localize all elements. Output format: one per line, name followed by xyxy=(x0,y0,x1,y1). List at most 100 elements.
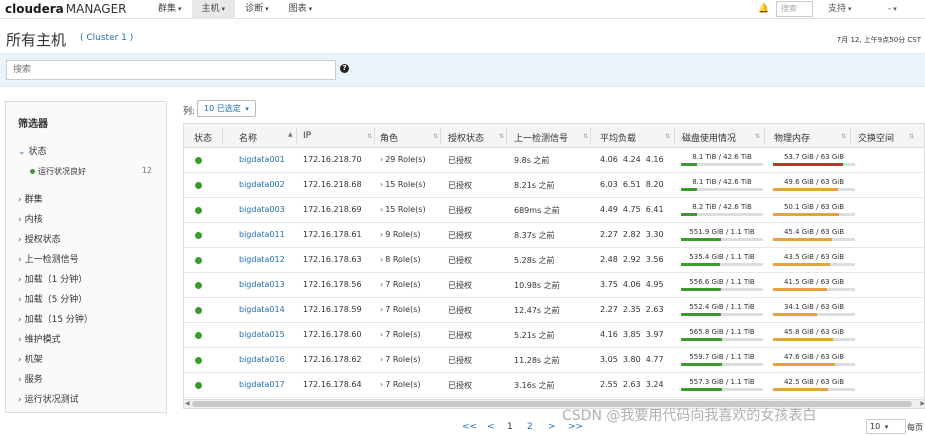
filter-group[interactable]: › 内核 xyxy=(18,212,43,225)
column-resize-handle[interactable] xyxy=(590,128,591,144)
top-search-input[interactable]: 搜索 xyxy=(776,1,813,17)
host-roles[interactable]: › 7 Role(s) xyxy=(380,280,420,289)
nav-diagnostics[interactable]: 诊断 ▾ xyxy=(235,0,279,19)
pager-page-2[interactable]: 2 xyxy=(527,422,533,432)
memory-usage-label: 45.4 GiB / 63 GiB xyxy=(783,228,845,236)
host-name-link[interactable]: bigdata002 xyxy=(239,180,285,189)
disk-usage-bar: 556.6 GiB / 1.1 TiB xyxy=(681,277,763,291)
filter-group[interactable]: › 群集 xyxy=(18,192,43,205)
column-header-name[interactable]: 名称 xyxy=(239,131,257,144)
host-name-link[interactable]: bigdata015 xyxy=(239,330,285,339)
host-name-link[interactable]: bigdata011 xyxy=(239,230,285,239)
filter-status-good[interactable]: 运行状况良好 12 xyxy=(30,166,156,177)
disk-usage-label: 551.9 GiB / 1.1 TiB xyxy=(689,228,755,236)
host-roles[interactable]: › 9 Role(s) xyxy=(380,230,420,239)
table-row[interactable]: bigdata011 172.16.178.61 › 9 Role(s) 已授权 8.37… xyxy=(184,223,924,248)
cluster-link[interactable]: ( Cluster 1 ) xyxy=(80,33,133,43)
column-resize-handle[interactable] xyxy=(850,128,851,144)
table-row[interactable]: bigdata001 172.16.218.70 › 29 Role(s) 已授权 9.8… xyxy=(184,148,924,173)
filter-group[interactable]: › 加载（5 分钟） xyxy=(18,292,87,305)
notification-bell-icon[interactable]: 🔔 xyxy=(758,0,769,19)
filter-group[interactable]: › 维护模式 xyxy=(18,332,61,345)
table-row[interactable]: bigdata014 172.16.178.59 › 7 Role(s) 已授权 12.4… xyxy=(184,298,924,323)
filter-group[interactable]: › 授权状态 xyxy=(18,232,61,245)
datetime-display[interactable]: 7月 12, 上午9点50分 CST xyxy=(837,35,921,45)
filter-group[interactable]: › 运行状况测试 xyxy=(18,392,79,405)
host-roles[interactable]: › 7 Role(s) xyxy=(380,305,420,314)
table-row[interactable]: bigdata017 172.16.178.64 › 7 Role(s) 已授权 3.16… xyxy=(184,373,924,398)
filter-status[interactable]: ⌄ 状态 xyxy=(18,144,47,157)
filter-group[interactable]: › 加载（15 分钟） xyxy=(18,312,93,325)
host-name-link[interactable]: bigdata014 xyxy=(239,305,285,314)
table-row[interactable]: bigdata015 172.16.178.60 › 7 Role(s) 已授权 5.21… xyxy=(184,323,924,348)
sort-icon[interactable]: ⇅ xyxy=(752,131,760,141)
host-name-link[interactable]: bigdata013 xyxy=(239,280,285,289)
column-header-heartbeat[interactable]: 上一检测信号 xyxy=(514,131,568,144)
host-name-link[interactable]: bigdata017 xyxy=(239,380,285,389)
host-name-link[interactable]: bigdata012 xyxy=(239,255,285,264)
table-row[interactable]: bigdata013 172.16.178.56 › 7 Role(s) 已授权 10.9… xyxy=(184,273,924,298)
column-resize-handle[interactable] xyxy=(506,128,507,144)
scroll-left-icon[interactable]: ◀ xyxy=(185,400,190,407)
column-resize-handle[interactable] xyxy=(440,128,441,144)
columns-select-button[interactable]: 10 已选定 ▾ xyxy=(197,100,256,117)
column-header-disk[interactable]: 磁盘使用情况 xyxy=(682,131,736,144)
column-header-status[interactable]: 状态 xyxy=(194,131,212,144)
column-resize-handle[interactable] xyxy=(296,128,297,144)
column-header-auth[interactable]: 授权状态 xyxy=(448,131,484,144)
host-roles[interactable]: › 7 Role(s) xyxy=(380,380,420,389)
disk-usage-fill xyxy=(681,338,722,341)
scroll-right-icon[interactable]: ▶ xyxy=(920,400,924,407)
user-menu[interactable]: - ▾ xyxy=(888,0,897,19)
sort-icon[interactable]: ⇅ xyxy=(430,131,438,141)
table-row[interactable]: bigdata012 172.16.178.63 › 8 Role(s) 已授权 5.28… xyxy=(184,248,924,273)
host-name-link[interactable]: bigdata016 xyxy=(239,355,285,364)
pager-prev[interactable]: < xyxy=(487,422,495,432)
filter-group[interactable]: › 服务 xyxy=(18,372,43,385)
pager-next[interactable]: > xyxy=(548,422,556,432)
pager-first[interactable]: << xyxy=(462,422,477,432)
host-roles[interactable]: › 29 Role(s) xyxy=(380,155,426,164)
column-resize-handle[interactable] xyxy=(764,128,765,144)
filter-group[interactable]: › 机架 xyxy=(18,352,43,365)
disk-usage-label: 556.6 GiB / 1.1 TiB xyxy=(689,278,755,286)
column-header-roles[interactable]: 角色 xyxy=(380,131,398,144)
sort-icon[interactable]: ⇅ xyxy=(662,131,670,141)
column-header-memory[interactable]: 物理内存 xyxy=(774,131,810,144)
filter-group[interactable]: › 上一检测信号 xyxy=(18,252,79,265)
host-search-input[interactable] xyxy=(6,60,336,80)
column-resize-handle[interactable] xyxy=(222,128,223,144)
nav-charts[interactable]: 图表 ▾ xyxy=(279,0,323,19)
sort-icon[interactable]: ⇅ xyxy=(364,131,372,141)
nav-hosts[interactable]: 主机 ▾ xyxy=(191,0,236,19)
host-roles[interactable]: › 7 Role(s) xyxy=(380,330,420,339)
column-header-swap[interactable]: 交换空间 xyxy=(858,131,894,144)
table-row[interactable]: bigdata002 172.16.218.68 › 15 Role(s) 已授权 8.2… xyxy=(184,173,924,198)
help-icon[interactable]: ? xyxy=(340,64,349,73)
sort-icon[interactable]: ⇅ xyxy=(496,131,504,141)
host-name-link[interactable]: bigdata003 xyxy=(239,205,285,214)
sort-icon[interactable]: ⇅ xyxy=(838,131,846,141)
host-roles[interactable]: › 8 Role(s) xyxy=(380,255,420,264)
cloudera-logo[interactable]: cloudera MANAGER xyxy=(5,2,127,16)
column-resize-handle[interactable] xyxy=(674,128,675,144)
support-menu[interactable]: 支持 ▾ xyxy=(828,0,852,19)
table-row[interactable]: bigdata016 172.16.178.62 › 7 Role(s) 已授权 11.2… xyxy=(184,348,924,373)
pager-page-1[interactable]: 1 xyxy=(507,422,513,432)
chevron-right-icon: › xyxy=(380,280,384,289)
host-roles[interactable]: › 15 Role(s) xyxy=(380,205,426,214)
host-ip: 172.16.178.60 xyxy=(303,330,362,339)
host-name-link[interactable]: bigdata001 xyxy=(239,155,285,164)
per-page-select[interactable]: 10 ▾ xyxy=(866,419,906,434)
filter-group[interactable]: › 加载（1 分钟） xyxy=(18,272,87,285)
host-roles[interactable]: › 7 Role(s) xyxy=(380,355,420,364)
column-header-load[interactable]: 平均负载 xyxy=(600,131,636,144)
sort-icon[interactable]: ⇅ xyxy=(906,131,914,141)
sort-asc-icon[interactable]: ▲ xyxy=(288,131,293,138)
nav-clusters[interactable]: 群集 ▾ xyxy=(148,0,192,19)
host-roles[interactable]: › 15 Role(s) xyxy=(380,180,426,189)
column-header-ip[interactable]: IP xyxy=(303,131,311,141)
column-resize-handle[interactable] xyxy=(374,128,375,144)
sort-icon[interactable]: ⇅ xyxy=(580,131,588,141)
table-row[interactable]: bigdata003 172.16.218.69 › 15 Role(s) 已授权 689… xyxy=(184,198,924,223)
